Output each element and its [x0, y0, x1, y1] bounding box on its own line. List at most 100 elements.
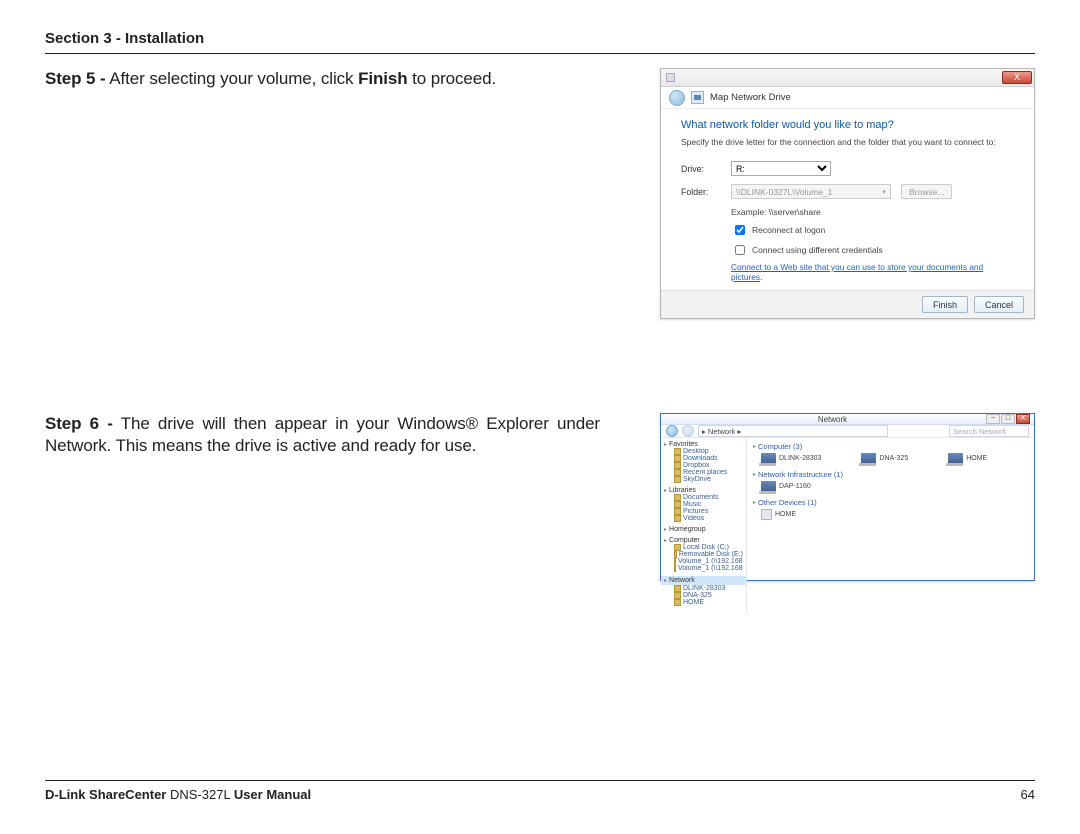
reconnect-checkbox[interactable] — [735, 225, 745, 235]
page-footer: D-Link ShareCenter DNS-327L User Manual … — [45, 780, 1035, 802]
explorer-address-bar: ▸ Network ▸ Search Network — [661, 425, 1034, 438]
computer-icon — [761, 453, 776, 464]
footer-product-c: User Manual — [234, 787, 311, 802]
sidebar-item[interactable]: Volume_1 (\\192.168.0.102) (Z:) — [674, 565, 743, 572]
sidebar-item[interactable]: Volume_1 (\\192.168.0.102) (Y:) — [674, 558, 743, 565]
close-icon[interactable]: X — [1016, 414, 1030, 424]
sidebar-item[interactable]: DLINK-28303 — [674, 585, 743, 592]
footer-rule — [45, 780, 1035, 781]
computer-items: DLINK-28303 DNA-325 HOME — [761, 453, 1028, 464]
sidebar-libraries-header[interactable]: Libraries — [664, 487, 743, 494]
sidebar-item[interactable]: DNA-325 — [674, 592, 743, 599]
dialog-example: Example: \\server\share — [731, 207, 1014, 217]
sidebar-item[interactable]: Videos — [674, 515, 743, 522]
step6-row: Step 6 - The drive will then appear in y… — [45, 413, 1035, 581]
sidebar-item[interactable]: SkyDrive — [674, 476, 743, 483]
step5-row: Step 5 - After selecting your volume, cl… — [45, 68, 1035, 319]
footer-product: D-Link ShareCenter DNS-327L User Manual — [45, 787, 311, 802]
router-icon — [761, 481, 776, 492]
sidebar-network-header[interactable]: Network — [664, 577, 743, 584]
sidebar-item[interactable]: Pictures — [674, 508, 743, 515]
credentials-label: Connect using different credentials — [752, 245, 883, 255]
folder-value: \\DLINK-0327L\Volume_1 — [736, 187, 832, 197]
dialog-heading: What network folder would you like to ma… — [681, 119, 1014, 131]
window-icon — [666, 73, 675, 82]
step5-finish-word: Finish — [358, 69, 407, 88]
section-computer[interactable]: Computer (3) — [753, 442, 1028, 451]
drive-row: Drive: R: — [681, 161, 1014, 176]
dialog-indented: Example: \\server\share Reconnect at log… — [731, 207, 1014, 282]
netinfra-items: DAP-1160 — [761, 481, 1028, 492]
maximize-icon[interactable]: □ — [1001, 414, 1015, 424]
sidebar-item[interactable]: HOME — [674, 599, 743, 606]
folder-combo[interactable]: \\DLINK-0327L\Volume_1 ▾ — [731, 184, 891, 199]
section-other[interactable]: Other Devices (1) — [753, 498, 1028, 507]
dialog-crumb: Map Network Drive — [661, 87, 1034, 109]
credentials-checkbox-row[interactable]: Connect using different credentials — [731, 242, 1014, 258]
step6-text-body: The drive will then appear in your Windo… — [45, 414, 600, 455]
sidebar-favorites-header[interactable]: Favorites — [664, 441, 743, 448]
close-icon[interactable]: X — [1002, 71, 1032, 84]
reconnect-label: Reconnect at logon — [752, 225, 825, 235]
folder-label: Folder: — [681, 187, 721, 197]
sidebar-item[interactable]: Documents — [674, 494, 743, 501]
browse-button[interactable]: Browse... — [901, 184, 952, 199]
back-icon[interactable] — [669, 90, 685, 106]
section-header: Section 3 - Installation — [45, 30, 1035, 47]
web-storage-link[interactable]: Connect to a Web site that you can use t… — [731, 262, 983, 282]
dialog-title: Map Network Drive — [710, 92, 791, 103]
explorer-title: Network — [679, 415, 986, 424]
network-device[interactable]: HOME — [761, 509, 796, 520]
cancel-button[interactable]: Cancel — [974, 296, 1024, 313]
dialog-body: What network folder would you like to ma… — [661, 109, 1034, 290]
drive-select[interactable]: R: — [731, 161, 831, 176]
step5-num: Step 5 - — [45, 69, 106, 88]
header-rule — [45, 53, 1035, 54]
sidebar-computer-header[interactable]: Computer — [664, 537, 743, 544]
sidebar-item[interactable]: Recent places — [674, 469, 743, 476]
section-netinfra[interactable]: Network Infrastructure (1) — [753, 470, 1028, 479]
breadcrumb[interactable]: ▸ Network ▸ — [698, 425, 888, 437]
computer-icon — [861, 453, 876, 464]
dialog-titlebar: X — [661, 69, 1034, 87]
explorer-content: Computer (3) DLINK-28303 DNA-325 HOME Ne… — [747, 438, 1034, 613]
nav-back-icon[interactable] — [666, 425, 678, 437]
step5-text-a: After selecting your volume, click — [106, 69, 358, 88]
spacer — [45, 343, 1035, 413]
sidebar-item[interactable]: Local Disk (C:) — [674, 544, 743, 551]
other-items: HOME — [761, 509, 1028, 520]
minimize-icon[interactable]: − — [986, 414, 1000, 424]
step5-text: Step 5 - After selecting your volume, cl… — [45, 68, 600, 319]
footer-product-a: D-Link ShareCenter — [45, 787, 166, 802]
sidebar-item[interactable]: Desktop — [674, 448, 743, 455]
sidebar-item[interactable]: Removable Disk (E:) — [674, 551, 743, 558]
finish-button[interactable]: Finish — [922, 296, 968, 313]
explorer-window: Network − □ X ▸ Network ▸ Search Network — [660, 413, 1035, 581]
search-input[interactable]: Search Network — [949, 425, 1029, 437]
drive-label: Drive: — [681, 164, 721, 174]
network-computer[interactable]: DNA-325 — [861, 453, 908, 464]
network-device[interactable]: DAP-1160 — [761, 481, 811, 492]
chevron-down-icon: ▾ — [882, 188, 886, 196]
dialog-button-bar: Finish Cancel — [661, 290, 1034, 318]
step6-num: Step 6 - — [45, 414, 113, 433]
sidebar-item[interactable]: Music — [674, 501, 743, 508]
reconnect-checkbox-row[interactable]: Reconnect at logon — [731, 222, 1014, 238]
explorer-main: Favorites Desktop Downloads Dropbox Rece… — [661, 438, 1034, 613]
map-network-drive-dialog: X Map Network Drive What network folder … — [660, 68, 1035, 319]
drive-icon — [691, 91, 704, 104]
sidebar-item[interactable]: Downloads — [674, 455, 743, 462]
explorer-titlebar: Network − □ X — [661, 414, 1034, 425]
page-number: 64 — [1021, 787, 1035, 802]
nav-forward-icon[interactable] — [682, 425, 694, 437]
dialog-subtext: Specify the drive letter for the connect… — [681, 137, 1014, 147]
sidebar-homegroup-header[interactable]: Homegroup — [664, 526, 743, 533]
step6-text: Step 6 - The drive will then appear in y… — [45, 413, 600, 581]
credentials-checkbox[interactable] — [735, 245, 745, 255]
network-computer[interactable]: HOME — [948, 453, 987, 464]
network-computer[interactable]: DLINK-28303 — [761, 453, 821, 464]
step5-image: X Map Network Drive What network folder … — [618, 68, 1035, 319]
computer-icon — [948, 453, 963, 464]
step6-image: Network − □ X ▸ Network ▸ Search Network — [618, 413, 1035, 581]
sidebar-item[interactable]: Dropbox — [674, 462, 743, 469]
